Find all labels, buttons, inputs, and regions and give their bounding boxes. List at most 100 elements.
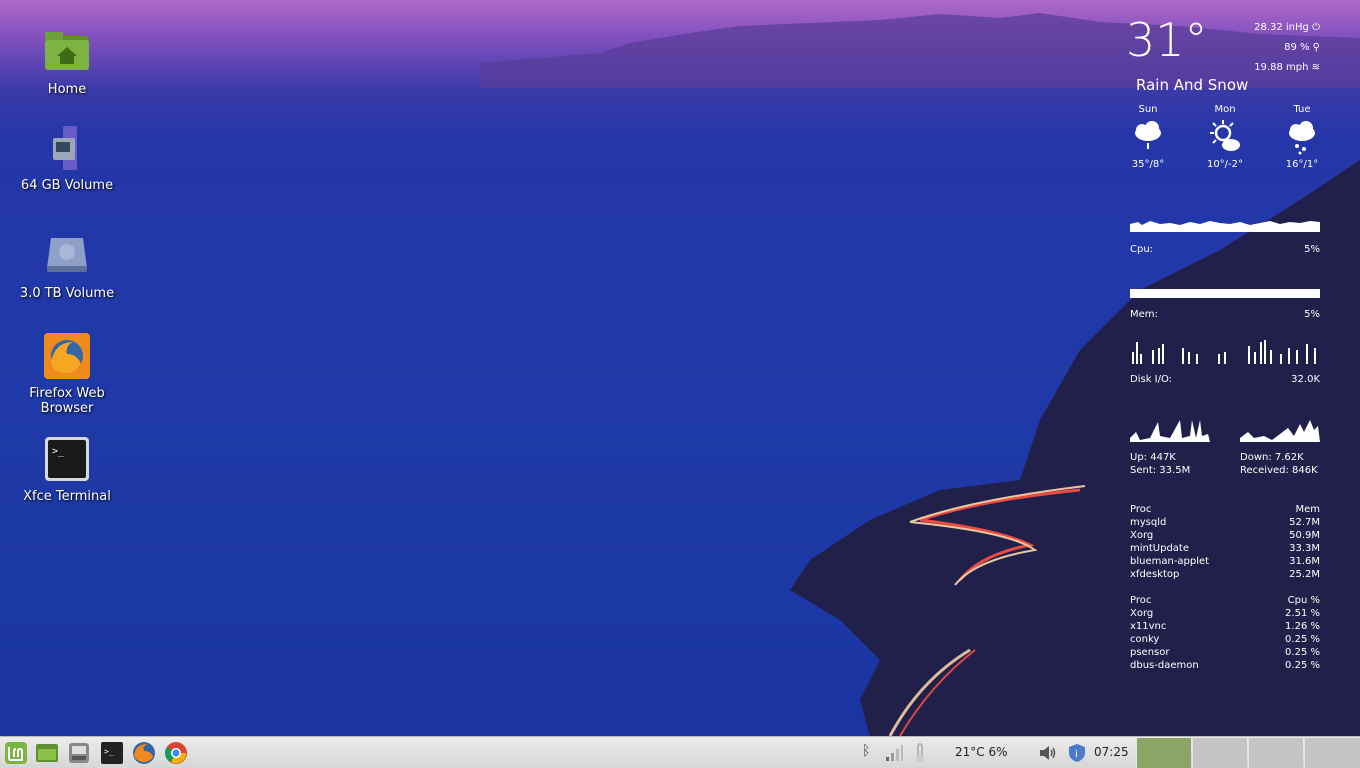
download-rate: Down: 7.62K <box>1240 452 1304 463</box>
weather-condition: Rain And Snow <box>1136 76 1249 94</box>
proc-value: 0.25 % <box>1285 634 1320 645</box>
desktop-icon-firefox[interactable]: Firefox Web Browser <box>12 332 122 416</box>
firefox-icon <box>43 332 91 380</box>
disk-row: Disk I/O: 32.0K <box>1130 373 1320 386</box>
proc-value: 0.25 % <box>1285 660 1320 671</box>
proc-value: 33.3M <box>1289 543 1320 554</box>
drive-icon <box>69 743 89 763</box>
proc-value: 31.6M <box>1289 556 1320 567</box>
sent-total: Sent: 33.5M <box>1130 465 1191 476</box>
drive-launcher[interactable] <box>67 741 91 765</box>
thermometer-icon[interactable] <box>912 743 928 763</box>
mem-value: 5% <box>1304 309 1320 320</box>
terminal-icon: >_ <box>101 742 123 764</box>
table-row: Xorg 2.51 % <box>1130 607 1320 620</box>
desktop-icon-home[interactable]: Home <box>12 28 122 97</box>
net-rate-row: Up: 447K Down: 7.62K <box>1130 451 1320 464</box>
desktop-icon-label: 3.0 TB Volume <box>19 286 115 301</box>
cpu-graph <box>1130 221 1320 232</box>
download-graph <box>1240 420 1320 442</box>
humidity-value: 89 % <box>1284 42 1310 53</box>
header-proc: Proc <box>1130 504 1152 515</box>
proc-name: blueman-applet <box>1130 556 1210 567</box>
file-manager-launcher[interactable] <box>35 741 59 765</box>
current-temperature: 31° <box>1126 13 1208 67</box>
rain-cloud-icon <box>1118 119 1178 159</box>
proc-name: conky <box>1130 634 1160 645</box>
pressure-value: 28.32 inHg <box>1254 22 1309 33</box>
workspace-3[interactable] <box>1248 738 1303 768</box>
proc-value: 25.2M <box>1289 569 1320 580</box>
workspace-2[interactable] <box>1192 738 1247 768</box>
cpu-value: 5% <box>1304 244 1320 255</box>
usb-drive-icon <box>43 124 91 172</box>
desktop-icon-3tb-volume[interactable]: 3.0 TB Volume <box>12 232 122 301</box>
received-total: Received: 846K <box>1240 465 1318 476</box>
hard-drive-icon <box>43 232 91 280</box>
proc-name: xfdesktop <box>1130 569 1180 580</box>
firefox-launcher[interactable] <box>132 741 156 765</box>
bluetooth-icon[interactable]: ᛒ <box>862 743 870 759</box>
snow-cloud-icon <box>1272 119 1332 159</box>
workspace-1[interactable] <box>1136 738 1191 768</box>
wind-value: 19.88 mph <box>1254 62 1309 73</box>
proc-value: 50.9M <box>1289 530 1320 541</box>
firefox-icon <box>133 742 155 764</box>
forecast-day-name: Tue <box>1293 104 1311 115</box>
proc-name: Xorg <box>1130 530 1154 541</box>
forecast-day-name: Mon <box>1214 104 1236 115</box>
workspace-4[interactable] <box>1304 738 1360 768</box>
home-folder-icon <box>43 28 91 76</box>
mem-row: Mem: 5% <box>1130 308 1320 321</box>
sensor-readout[interactable]: 21°C 6% <box>955 745 1008 759</box>
cpu-row: Cpu: 5% <box>1130 243 1320 256</box>
chrome-launcher[interactable] <box>164 741 188 765</box>
net-total-row: Sent: 33.5M Received: 846K <box>1130 464 1320 477</box>
table-row: xfdesktop 25.2M <box>1130 568 1320 581</box>
forecast-day: Tue 16°/1° <box>1272 104 1332 170</box>
desktop-icon-label: Firefox Web Browser <box>29 386 105 416</box>
disk-label: Disk I/O: <box>1130 374 1173 385</box>
table-row: Xorg 50.9M <box>1130 529 1320 542</box>
humidity-readout: 89 % ⚲ <box>1284 42 1320 54</box>
proc-value: 52.7M <box>1289 517 1320 528</box>
mint-menu-icon <box>5 742 27 764</box>
svg-text:i: i <box>1075 749 1078 760</box>
table-row: mintUpdate 33.3M <box>1130 542 1320 555</box>
network-signal-icon[interactable] <box>884 743 904 763</box>
header-proc: Proc <box>1130 595 1152 606</box>
gauge-icon: ⏻ <box>1312 22 1320 33</box>
upload-graph <box>1130 420 1210 442</box>
mem-table-header: Proc Mem <box>1130 503 1320 516</box>
sun-cloud-icon <box>1195 119 1255 159</box>
terminal-icon: >_ <box>43 435 91 483</box>
disk-io-graph <box>1132 340 1316 364</box>
taskbar: >_ ᛒ 21°C 6% i 07:25 <box>0 736 1360 768</box>
header-mem: Mem <box>1295 504 1320 515</box>
table-row: conky 0.25 % <box>1130 633 1320 646</box>
wind-icon: ≋ <box>1311 62 1320 73</box>
proc-name: x11vnc <box>1130 621 1167 632</box>
update-shield-icon[interactable]: i <box>1067 743 1087 763</box>
forecast-range: 35°/8° <box>1131 159 1165 170</box>
mem-label: Mem: <box>1130 309 1158 320</box>
mint-menu-button[interactable] <box>4 741 28 765</box>
upload-rate: Up: 447K <box>1130 452 1176 463</box>
terminal-launcher[interactable]: >_ <box>100 741 124 765</box>
clock[interactable]: 07:25 <box>1094 745 1129 759</box>
wind-readout: 19.88 mph ≋ <box>1254 62 1320 74</box>
table-row: blueman-applet 31.6M <box>1130 555 1320 568</box>
desktop-icon-terminal[interactable]: >_ Xfce Terminal <box>12 435 122 504</box>
proc-name: mysqld <box>1130 517 1167 528</box>
table-row: psensor 0.25 % <box>1130 646 1320 659</box>
table-row: x11vnc 1.26 % <box>1130 620 1320 633</box>
volume-icon[interactable] <box>1038 743 1058 763</box>
svg-text:>_: >_ <box>104 747 114 756</box>
table-row: dbus-daemon 0.25 % <box>1130 659 1320 672</box>
chrome-icon <box>165 742 187 764</box>
pressure-readout: 28.32 inHg ⏻ <box>1254 22 1320 34</box>
forecast-range: 16°/1° <box>1285 159 1319 170</box>
forecast-day: Sun 35°/8° <box>1118 104 1178 170</box>
desktop-icon-64gb-volume[interactable]: 64 GB Volume <box>12 124 122 193</box>
disk-value: 32.0K <box>1291 374 1320 385</box>
